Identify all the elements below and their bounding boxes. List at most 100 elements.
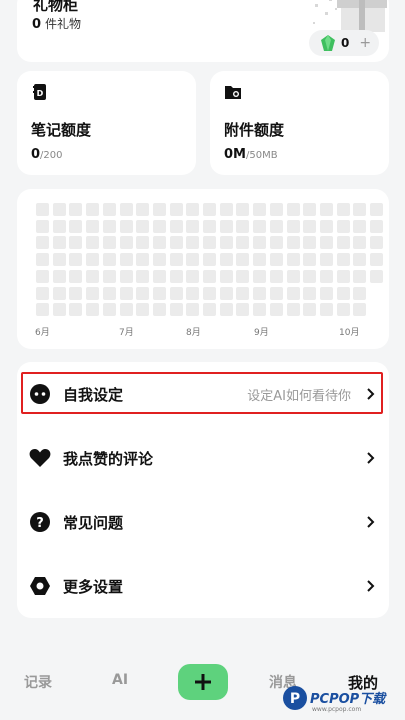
heatmap-cell <box>203 253 216 267</box>
notebook-icon: D <box>33 84 46 100</box>
heatmap-cell <box>119 286 133 300</box>
heatmap-cell <box>353 303 367 317</box>
heatmap-cell <box>119 236 133 250</box>
heatmap-cell <box>336 269 350 283</box>
heatmap-cell <box>186 269 200 283</box>
heatmap-cell <box>286 219 300 233</box>
heatmap-cell <box>136 269 150 283</box>
heatmap-cell <box>353 269 367 283</box>
heatmap-cell <box>169 286 183 300</box>
heatmap-cell <box>219 303 233 317</box>
month-label: 8月 <box>186 328 201 338</box>
heatmap-cell <box>102 269 116 283</box>
face-icon <box>29 383 51 405</box>
heatmap-cell <box>319 253 333 267</box>
menu-item-faq[interactable]: ? 常见问题 <box>17 490 389 554</box>
menu-item-label: 自我设定 <box>63 385 124 404</box>
heatmap-cell <box>303 253 317 267</box>
heatmap-cell <box>336 286 350 300</box>
gift-count-value: 0 <box>32 17 42 32</box>
menu-item-label: 更多设置 <box>63 577 124 596</box>
heatmap-cell <box>203 203 216 216</box>
chevron-right-icon <box>367 516 375 528</box>
heatmap-cell <box>286 253 300 267</box>
heatmap-cell <box>203 269 216 283</box>
heatmap-cell <box>186 219 200 233</box>
heatmap-cell <box>236 303 250 317</box>
heatmap-cell <box>52 219 66 233</box>
heatmap-cell <box>303 203 317 216</box>
heatmap-cell <box>36 269 49 283</box>
menu-item-self-setting[interactable]: 自我设定 设定AI如何看待你 <box>17 362 389 426</box>
month-label: 6月 <box>35 328 50 338</box>
heatmap-cell <box>86 236 100 250</box>
heatmap-cell <box>303 236 317 250</box>
nav-tab-records[interactable]: 记录 <box>24 672 52 692</box>
heatmap-cell <box>136 236 150 250</box>
gem-icon <box>321 35 335 51</box>
heatmap-cell <box>370 253 383 267</box>
svg-text:?: ? <box>36 516 44 531</box>
heatmap-cell <box>303 303 317 317</box>
add-button[interactable] <box>178 664 228 700</box>
heatmap-cell <box>353 253 367 267</box>
gift-count: 0 件礼物 <box>32 15 81 32</box>
menu-item-more-settings[interactable]: 更多设置 <box>17 554 389 618</box>
heatmap-cell <box>119 203 133 216</box>
gem-count: 0 <box>341 36 350 50</box>
heatmap-cell <box>152 236 166 250</box>
heatmap-cell <box>36 253 49 267</box>
heatmap-cell <box>86 286 100 300</box>
gem-balance-pill[interactable]: 0 + <box>309 30 379 56</box>
gem-add-icon[interactable]: + <box>359 35 371 51</box>
heatmap-cell <box>236 219 250 233</box>
heatmap-cell <box>52 236 66 250</box>
attachments-quota-used: 0M <box>224 147 246 162</box>
heatmap-cell <box>336 236 350 250</box>
attachments-quota-value: 0M/50MB <box>224 147 278 162</box>
notes-quota-card[interactable]: D 笔记额度 0/200 <box>17 71 196 175</box>
heatmap-cell <box>219 236 233 250</box>
heatmap-cell <box>69 203 83 216</box>
heatmap-cell <box>36 286 49 300</box>
gift-cabinet-card[interactable]: 礼物柜 0 件礼物 0 + <box>17 0 389 62</box>
heatmap-cell <box>69 269 83 283</box>
menu-item-liked-comments[interactable]: 我点赞的评论 <box>17 426 389 490</box>
heatmap-cell <box>169 203 183 216</box>
heatmap-cell <box>370 219 383 233</box>
watermark-brand: PCPOP下载 <box>310 692 386 707</box>
heatmap-cell <box>186 303 200 317</box>
nav-tab-ai[interactable]: AI <box>112 672 128 688</box>
heatmap-cell <box>236 236 250 250</box>
heatmap-cell <box>253 203 267 216</box>
heatmap-cell <box>203 236 216 250</box>
heatmap-cell <box>186 286 200 300</box>
heatmap-cell <box>286 286 300 300</box>
heatmap-cell <box>102 253 116 267</box>
heatmap-cell <box>353 236 367 250</box>
heatmap-cell <box>370 269 383 283</box>
heatmap-cell <box>186 203 200 216</box>
heatmap-cell <box>169 219 183 233</box>
heatmap-cell <box>303 219 317 233</box>
heatmap-cell <box>152 203 166 216</box>
heatmap-cell <box>219 253 233 267</box>
heatmap-cell <box>253 303 267 317</box>
heatmap-cell <box>203 219 216 233</box>
heatmap-cell <box>319 219 333 233</box>
question-icon: ? <box>29 511 51 533</box>
heatmap-cell <box>203 303 216 317</box>
heatmap-cell <box>152 286 166 300</box>
activity-heatmap: 6月 7月 8月 9月 10月 <box>17 189 389 349</box>
heatmap-cell <box>52 286 66 300</box>
menu-item-hint: 设定AI如何看待你 <box>247 388 351 404</box>
heatmap-cell <box>119 219 133 233</box>
heatmap-cell <box>319 303 333 317</box>
month-label: 7月 <box>119 328 134 338</box>
heatmap-cell <box>52 269 66 283</box>
heatmap-cell <box>136 253 150 267</box>
chevron-right-icon <box>367 388 375 400</box>
heatmap-cell <box>219 203 233 216</box>
heatmap-cell <box>119 253 133 267</box>
attachments-quota-card[interactable]: 附件额度 0M/50MB <box>210 71 389 175</box>
